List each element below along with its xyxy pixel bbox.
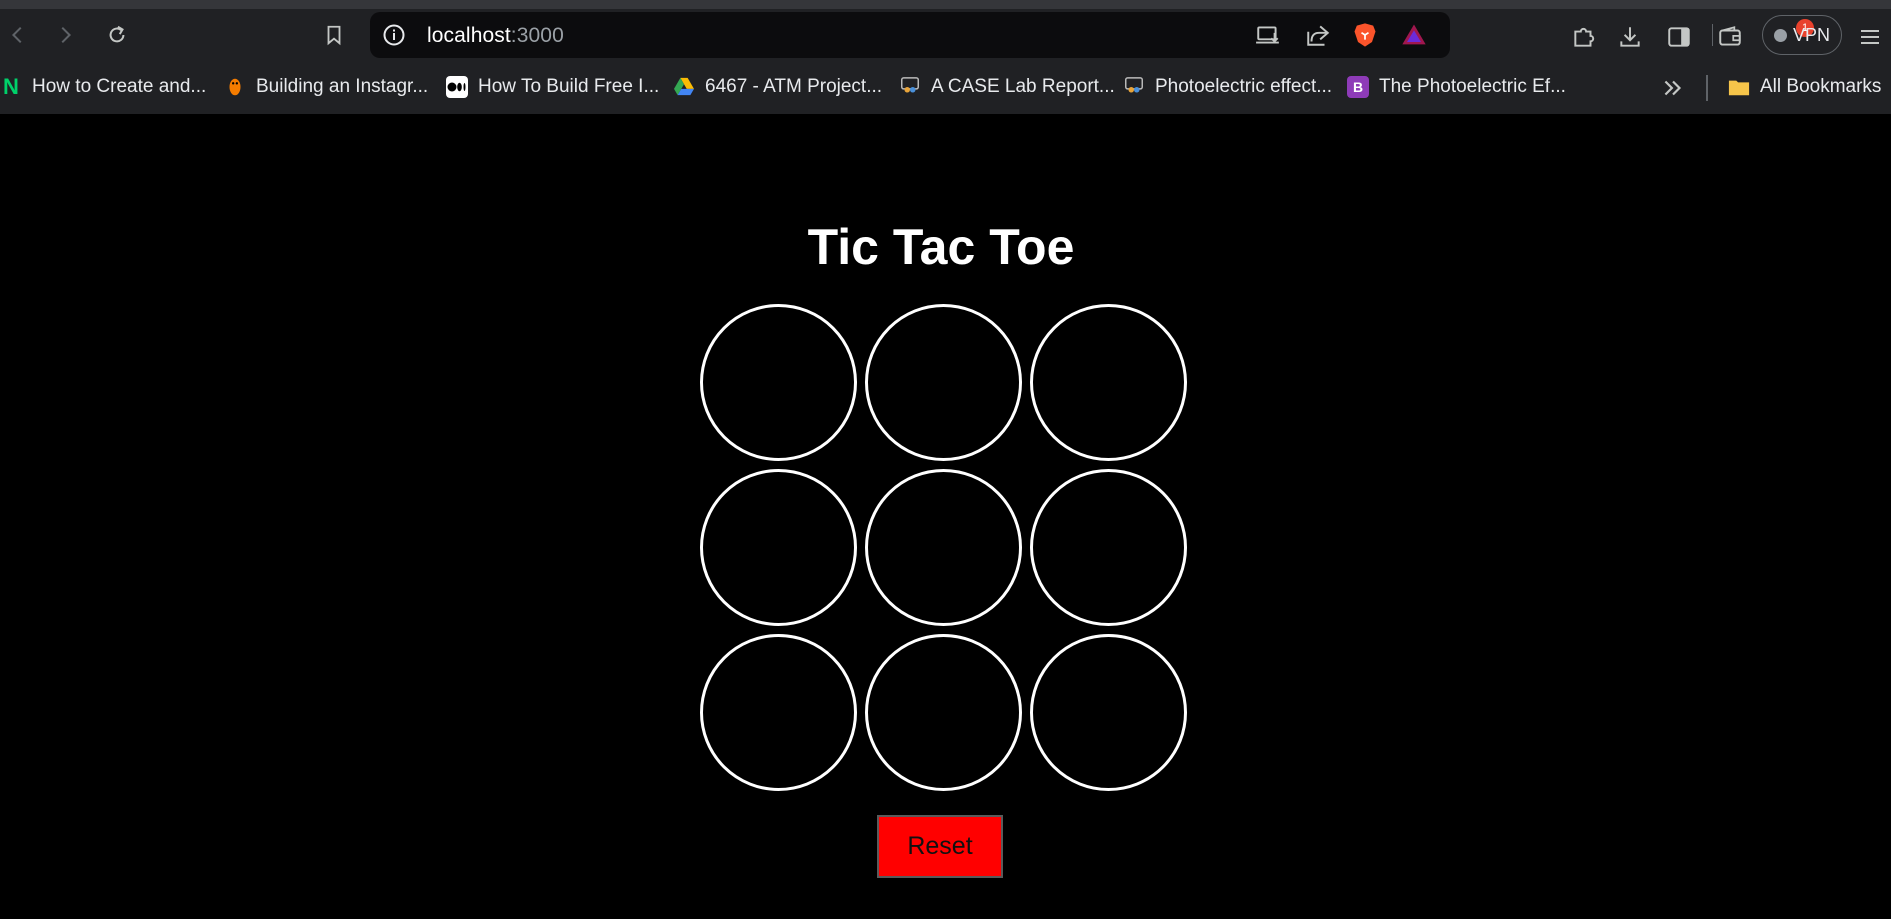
vpn-status-dot bbox=[1773, 28, 1787, 42]
game-board bbox=[700, 304, 1188, 792]
sidebar-toggle-button[interactable] bbox=[1663, 21, 1695, 53]
downloads-button[interactable] bbox=[1614, 21, 1646, 53]
medium-icon bbox=[446, 76, 468, 98]
bookmark-label: How to Create and... bbox=[32, 76, 207, 97]
board-cell[interactable] bbox=[1030, 469, 1187, 626]
address-bar[interactable]: localhost:3000 1 bbox=[370, 12, 1814, 58]
tab-strip bbox=[0, 0, 1891, 9]
reset-button[interactable]: Reset bbox=[877, 815, 1003, 878]
url-port: :3000 bbox=[510, 24, 564, 47]
board-cell[interactable] bbox=[865, 304, 1022, 461]
bookmark-label: Building an Instagr... bbox=[256, 76, 429, 97]
bookmark-icon bbox=[327, 25, 341, 46]
brave-rewards-button[interactable] bbox=[1400, 21, 1428, 49]
reload-button[interactable] bbox=[99, 17, 135, 53]
bookmark-button[interactable] bbox=[316, 17, 352, 53]
all-bookmarks-label: All Bookmarks bbox=[1760, 76, 1882, 97]
board-cell[interactable] bbox=[700, 304, 857, 461]
omnibox-separator bbox=[1712, 24, 1713, 46]
slideshare-icon bbox=[899, 76, 921, 98]
bookmark-item[interactable]: A CASE Lab Report... bbox=[899, 71, 1115, 103]
chevron-right-icon bbox=[61, 26, 72, 44]
bookmarks-divider bbox=[1706, 75, 1708, 101]
penguin-icon bbox=[224, 76, 246, 98]
bookmark-label: 6467 - ATM Project... bbox=[705, 76, 883, 97]
sidebar-icon bbox=[1668, 27, 1690, 47]
more-bookmarks-icon[interactable] bbox=[1660, 75, 1686, 101]
share-icon bbox=[1307, 25, 1330, 46]
bookmark-item[interactable]: Photoelectric effect... bbox=[1123, 71, 1332, 103]
brave-shields-button[interactable] bbox=[1351, 21, 1379, 49]
board-cell[interactable] bbox=[700, 634, 857, 791]
board-cell[interactable] bbox=[1030, 304, 1187, 461]
url-text[interactable]: localhost:3000 bbox=[427, 24, 564, 48]
browser-toolbar: localhost:3000 1 VPN bbox=[0, 9, 1891, 61]
hamburger-menu-icon bbox=[1861, 30, 1879, 44]
install-app-button[interactable] bbox=[1254, 21, 1282, 49]
board-cell[interactable] bbox=[700, 469, 857, 626]
share-button[interactable] bbox=[1304, 21, 1332, 49]
chevron-left-icon bbox=[11, 26, 22, 44]
back-button[interactable] bbox=[0, 17, 36, 53]
bookmark-label: Photoelectric effect... bbox=[1155, 76, 1333, 97]
brave-lion-icon bbox=[1354, 23, 1376, 47]
all-bookmarks-folder[interactable]: All Bookmarks bbox=[1728, 71, 1881, 103]
download-icon bbox=[1620, 27, 1640, 47]
wallet-button[interactable] bbox=[1714, 21, 1746, 53]
wallet-icon bbox=[1719, 26, 1741, 46]
bookmark-item[interactable]: 6467 - ATM Project... bbox=[673, 71, 882, 103]
bookmark-label: A CASE Lab Report... bbox=[931, 76, 1115, 97]
bookmark-label: How To Build Free I... bbox=[478, 76, 660, 97]
board-cell[interactable] bbox=[1030, 634, 1187, 791]
brave-rewards-icon bbox=[1402, 24, 1426, 45]
bookmark-label: The Photoelectric Ef... bbox=[1379, 76, 1566, 97]
main-menu-button[interactable] bbox=[1854, 21, 1886, 53]
url-host: localhost bbox=[427, 24, 511, 47]
forward-button[interactable] bbox=[47, 17, 83, 53]
browser-chrome: localhost:3000 1 VPN N How to Create and… bbox=[0, 0, 1891, 114]
slideshare-icon bbox=[1123, 76, 1145, 98]
folder-icon bbox=[1728, 76, 1750, 98]
page-content: Tic Tac Toe Reset bbox=[0, 114, 1891, 919]
reload-icon bbox=[109, 25, 125, 43]
vpn-label: VPN bbox=[1792, 24, 1830, 45]
bookmark-item[interactable]: How To Build Free I... bbox=[446, 71, 659, 103]
bookmark-item[interactable]: Building an Instagr... bbox=[224, 71, 428, 103]
site-info-icon[interactable] bbox=[382, 23, 406, 47]
extensions-button[interactable] bbox=[1568, 21, 1600, 53]
board-cell[interactable] bbox=[865, 634, 1022, 791]
install-app-icon bbox=[1256, 26, 1279, 44]
bookmark-item[interactable]: N How to Create and... bbox=[0, 71, 206, 103]
n-logo-icon: N bbox=[3, 74, 19, 99]
b-logo-icon: B bbox=[1347, 76, 1369, 98]
vpn-button[interactable]: VPN bbox=[1762, 15, 1842, 55]
bookmarks-bar: N How to Create and... Building an Insta… bbox=[0, 61, 1891, 114]
google-drive-icon bbox=[673, 76, 695, 98]
puzzle-icon bbox=[1574, 27, 1595, 47]
bookmark-item[interactable]: B The Photoelectric Ef... bbox=[1347, 71, 1566, 103]
page-title: Tic Tac Toe bbox=[807, 219, 1075, 275]
board-cell[interactable] bbox=[865, 469, 1022, 626]
